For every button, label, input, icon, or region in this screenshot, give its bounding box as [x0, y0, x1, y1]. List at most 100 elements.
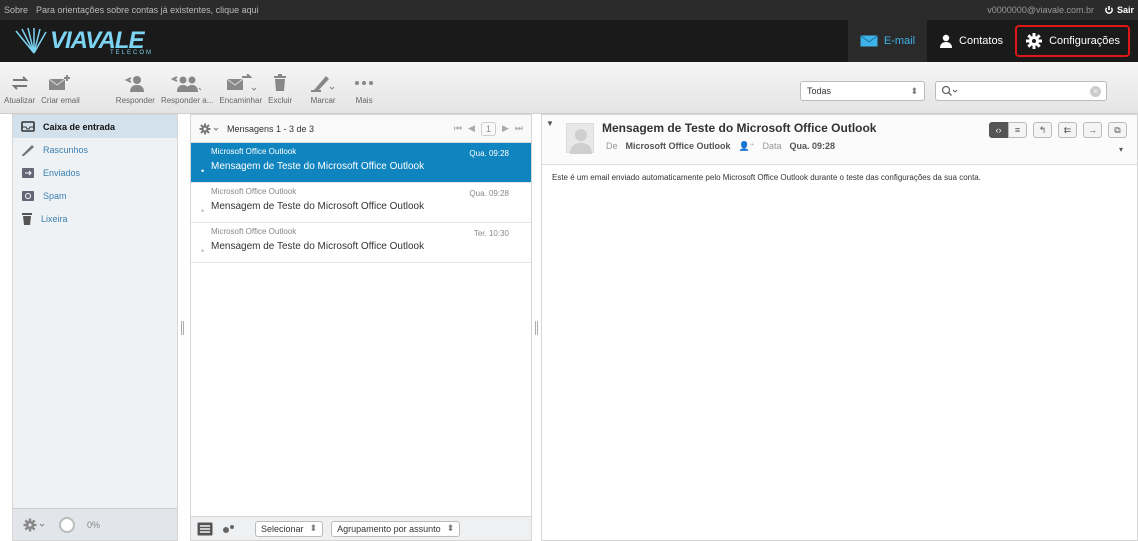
- first-page-icon[interactable]: ⏮: [454, 123, 462, 134]
- mail-toolbar: Atualizar Criar email Responder Responde…: [0, 62, 1138, 114]
- compose-label: Criar email: [41, 96, 80, 105]
- folder-label: Rascunhos: [43, 144, 89, 155]
- open-window-icon[interactable]: ⧉: [1108, 122, 1127, 138]
- reply-all-people-icon: [171, 76, 202, 92]
- filter-value: Todas: [807, 86, 832, 96]
- date-label: Data: [762, 141, 782, 151]
- page-number[interactable]: 1: [480, 121, 496, 136]
- text-view-icon[interactable]: ≡: [1008, 122, 1027, 138]
- grouping-dropdown[interactable]: Agrupamento por assunto ⬍: [331, 520, 461, 537]
- folder-drafts[interactable]: Rascunhos: [13, 138, 177, 161]
- preview-actions: ‹› ≡ ↰ ⇇ → ⧉: [989, 122, 1127, 138]
- logout-label: Sair: [1116, 5, 1134, 15]
- compose-envelope-icon: [49, 75, 71, 90]
- collapse-header-icon[interactable]: ▼: [546, 119, 554, 128]
- message-from: Microsoft Office Outlook: [211, 227, 297, 236]
- forward-button[interactable]: Encaminhar: [219, 62, 262, 112]
- folder-splitter[interactable]: [179, 114, 185, 541]
- select-arrows-icon: ⬍: [446, 523, 455, 533]
- add-contact-icon[interactable]: 👤⁺: [739, 141, 755, 152]
- nav-email[interactable]: E-mail: [847, 20, 928, 62]
- select-arrows-icon: ⬍: [910, 85, 918, 96]
- forward-envelope-icon: [226, 74, 256, 91]
- grouping-label: Agrupamento por assunto: [337, 523, 441, 534]
- folder-panel: Caixa de entrada Rascunhos Enviados Spam…: [12, 114, 178, 541]
- reply-button[interactable]: Responder: [116, 62, 155, 112]
- message-row[interactable]: Microsoft Office Outlook Qua. 09:28 • Me…: [191, 183, 531, 223]
- folder-label: Spam: [43, 190, 67, 201]
- unread-dot-icon: •: [201, 206, 205, 216]
- more-label: Mais: [355, 96, 373, 105]
- preview-header: ▼ Mensagem de Teste do Microsoft Office …: [542, 115, 1137, 165]
- message-subject: Mensagem de Teste do Microsoft Office Ou…: [211, 201, 425, 212]
- accounts-notice-link[interactable]: Para orientações sobre contas já existen…: [36, 5, 259, 15]
- unread-dot-icon: •: [201, 246, 205, 256]
- delete-button[interactable]: Excluir: [268, 62, 292, 112]
- spam-icon: [22, 190, 34, 201]
- nav-settings[interactable]: Configurações: [1015, 25, 1130, 57]
- reply-label: Responder: [115, 96, 155, 105]
- refresh-button[interactable]: Atualizar: [4, 62, 35, 112]
- message-list-footer: Selecionar ⬍ Agrupamento por assunto ⬍: [191, 516, 531, 540]
- more-button[interactable]: Mais: [354, 62, 374, 112]
- html-view-icon[interactable]: ‹›: [989, 122, 1008, 138]
- pencil-icon: [22, 144, 34, 156]
- forward-icon[interactable]: →: [1083, 122, 1102, 138]
- logo-text: VIAVALE: [50, 27, 144, 54]
- compose-button[interactable]: Criar email: [41, 62, 80, 112]
- list-options-gear-icon[interactable]: [199, 123, 221, 135]
- folder-trash[interactable]: Lixeira: [13, 207, 177, 230]
- next-page-icon[interactable]: ▶: [502, 123, 509, 134]
- preview-subject: Mensagem de Teste do Microsoft Office Ou…: [602, 121, 877, 135]
- message-filter-select[interactable]: Todas ⬍: [800, 81, 925, 101]
- message-date: Qua. 09:28: [469, 189, 509, 198]
- app-header: VIAVALE TELECOM E-mail Contatos Configur…: [0, 20, 1138, 62]
- threads-icon[interactable]: [221, 523, 237, 535]
- folder-label: Caixa de entrada: [43, 121, 116, 132]
- reply-all-label: Responder a...: [160, 96, 214, 105]
- from-value: Microsoft Office Outlook: [625, 141, 731, 151]
- reply-all-button[interactable]: Responder a...: [161, 62, 213, 112]
- folder-spam[interactable]: Spam: [13, 184, 177, 207]
- message-row[interactable]: Microsoft Office Outlook Ter. 10:30 • Me…: [191, 223, 531, 263]
- about-link[interactable]: Sobre: [4, 5, 28, 15]
- quota-label: 0%: [87, 519, 101, 530]
- more-options-chevron-icon[interactable]: ▾: [1119, 145, 1123, 154]
- preview-body: Este é um email enviado automaticamente …: [552, 173, 981, 182]
- select-dropdown[interactable]: Selecionar ⬍: [255, 520, 324, 537]
- nav-settings-label: Configurações: [1049, 35, 1120, 47]
- logout-button[interactable]: Sair: [1104, 5, 1134, 15]
- trash-icon: [22, 213, 32, 225]
- view-mode-toggle: ‹› ≡: [989, 122, 1027, 138]
- message-subject: Mensagem de Teste do Microsoft Office Ou…: [211, 241, 425, 252]
- list-view-icon[interactable]: [197, 522, 213, 536]
- reply-person-icon: [125, 76, 145, 92]
- nav-contacts-label: Contatos: [959, 35, 1004, 47]
- folder-sent[interactable]: Enviados: [13, 161, 177, 184]
- folder-label: Lixeira: [41, 213, 68, 224]
- select-arrows-icon: ⬍: [309, 523, 318, 533]
- message-subject: Mensagem de Teste do Microsoft Office Ou…: [211, 161, 425, 172]
- prev-page-icon[interactable]: ◀: [468, 123, 475, 134]
- preview-meta: De Microsoft Office Outlook 👤⁺ Data Qua.…: [606, 141, 835, 152]
- search-input[interactable]: ×: [935, 81, 1107, 101]
- reply-icon[interactable]: ↰: [1033, 122, 1052, 138]
- mark-button[interactable]: Marcar: [310, 62, 336, 112]
- folder-settings-gear-icon[interactable]: [23, 518, 47, 532]
- delete-label: Excluir: [268, 96, 293, 105]
- clear-search-icon[interactable]: ×: [1090, 85, 1101, 97]
- message-from: Microsoft Office Outlook: [211, 187, 297, 196]
- unread-dot-icon: •: [201, 166, 205, 176]
- message-list-panel: Mensagens 1 - 3 de 3 ⏮ ◀ 1 ▶ ⏭ Microsoft…: [190, 114, 532, 541]
- select-label: Selecionar: [261, 523, 304, 534]
- search-icon: [941, 85, 958, 96]
- reply-all-icon[interactable]: ⇇: [1058, 122, 1077, 138]
- list-splitter[interactable]: [533, 114, 539, 541]
- last-page-icon[interactable]: ⏭: [515, 123, 523, 134]
- message-row[interactable]: Microsoft Office Outlook Qua. 09:28 • Me…: [191, 143, 531, 183]
- power-icon: [1105, 6, 1113, 14]
- folder-inbox[interactable]: Caixa de entrada: [13, 115, 177, 138]
- user-email: v0000000@viavale.com.br: [987, 5, 1094, 15]
- nav-contacts[interactable]: Contatos: [927, 20, 1015, 62]
- account-area: v0000000@viavale.com.br Sair: [987, 5, 1134, 15]
